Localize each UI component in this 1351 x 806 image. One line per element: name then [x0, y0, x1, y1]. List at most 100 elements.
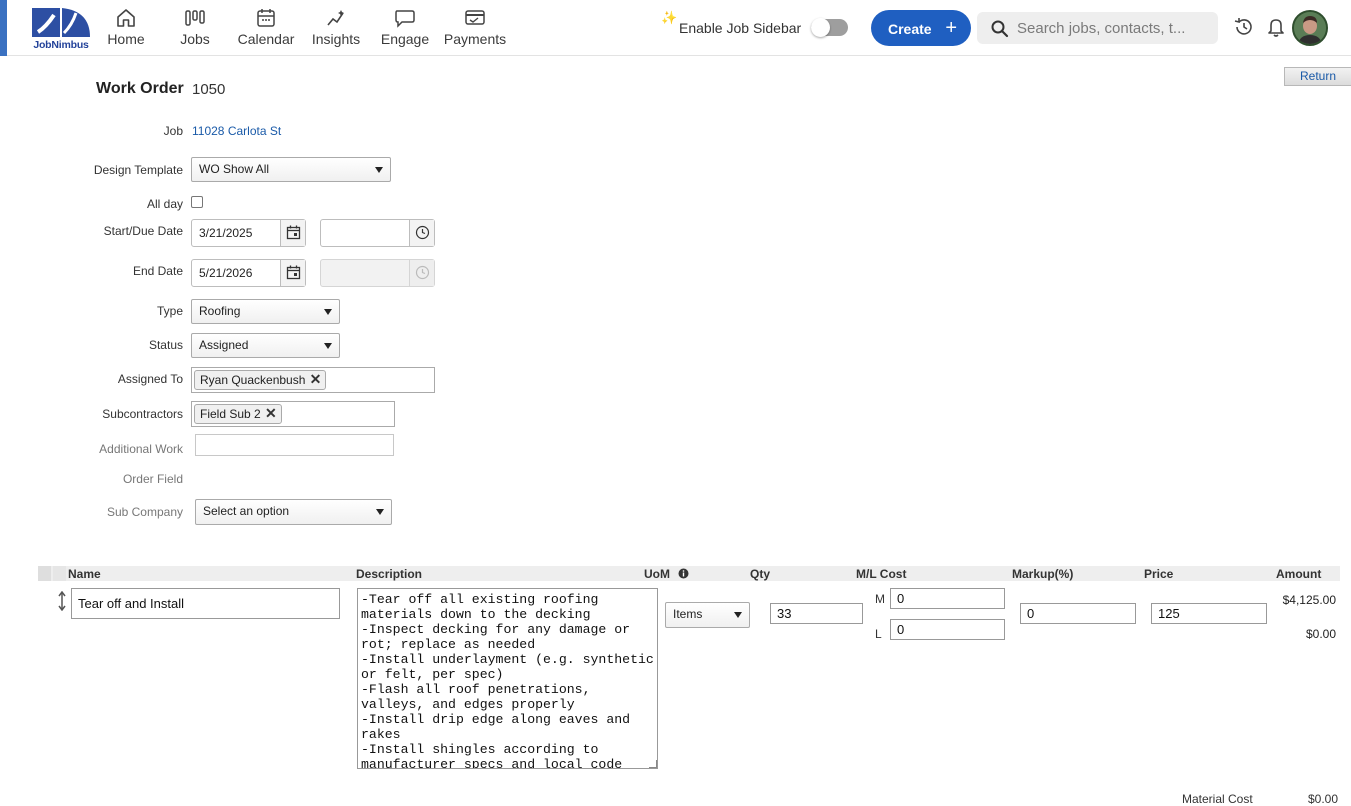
info-icon[interactable]: [678, 568, 689, 579]
subcontractors-field[interactable]: Field Sub 2 ✕: [191, 401, 395, 427]
type-select[interactable]: Roofing: [191, 299, 340, 324]
status-value: Assigned: [199, 338, 249, 352]
header-stub: [53, 566, 66, 581]
resize-grip-icon[interactable]: [649, 760, 657, 768]
drag-handle-icon[interactable]: [57, 591, 67, 611]
search-input[interactable]: [1017, 12, 1207, 44]
nav-jobs[interactable]: Jobs: [175, 6, 215, 52]
user-avatar[interactable]: [1292, 10, 1328, 46]
chevron-down-icon: [375, 167, 383, 173]
start-due-date-label: Start/Due Date: [103, 224, 183, 238]
labor-cost-label: L: [875, 627, 882, 641]
status-select[interactable]: Assigned: [191, 333, 340, 358]
job-sidebar-toggle[interactable]: [811, 18, 848, 37]
end-date-input[interactable]: [192, 260, 280, 286]
global-search[interactable]: [977, 12, 1218, 44]
type-label: Type: [156, 304, 183, 318]
nav-calendar[interactable]: Calendar: [236, 6, 296, 52]
nav-engage[interactable]: Engage: [380, 6, 430, 52]
clock-icon: [415, 225, 430, 240]
chevron-down-icon: [324, 309, 332, 315]
nav-insights-label: Insights: [311, 31, 361, 47]
history-icon[interactable]: [1233, 16, 1255, 38]
design-template-select[interactable]: WO Show All: [191, 157, 391, 182]
material-cost-label: M: [875, 592, 885, 606]
line-item-price-input[interactable]: [1151, 603, 1267, 624]
all-day-label: All day: [146, 197, 183, 211]
chevron-down-icon: [376, 509, 384, 515]
search-icon: [991, 20, 1009, 38]
start-time-input[interactable]: [321, 220, 409, 246]
notification-bell-icon[interactable]: [1266, 16, 1286, 38]
end-time-picker-button: [409, 260, 434, 286]
assigned-to-field[interactable]: Ryan Quackenbush ✕: [191, 367, 435, 393]
line-item-uom-select[interactable]: Items: [665, 602, 750, 628]
header-stub: [38, 566, 51, 581]
col-amount-header: Amount: [1276, 567, 1322, 581]
line-item-amount-labor: $0.00: [1305, 627, 1336, 641]
return-button[interactable]: Return: [1284, 67, 1351, 86]
material-cost-total-value: $0.00: [1307, 792, 1338, 806]
nav-jobs-label: Jobs: [180, 31, 210, 47]
line-item-description-input[interactable]: -Tear off all existing roofing materials…: [357, 588, 658, 769]
subcontractor-tag: Field Sub 2 ✕: [194, 404, 282, 424]
end-time-input: [321, 260, 409, 286]
nav-payments[interactable]: Payments: [442, 6, 508, 52]
chevron-down-icon: [324, 343, 332, 349]
status-label: Status: [148, 338, 183, 352]
line-item-material-cost-input[interactable]: [890, 588, 1005, 609]
create-button[interactable]: Create +: [871, 10, 971, 46]
remove-tag-icon[interactable]: ✕: [265, 404, 277, 422]
col-name-header: Name: [68, 567, 101, 581]
end-date-label: End Date: [132, 264, 183, 278]
col-description-header: Description: [356, 567, 423, 581]
job-label: Job: [163, 124, 183, 138]
insights-icon: [327, 10, 344, 26]
start-time-picker-button[interactable]: [409, 220, 434, 246]
calendar-icon: [257, 9, 275, 27]
remove-tag-icon[interactable]: ✕: [310, 370, 322, 388]
line-item-labor-cost-input[interactable]: [890, 619, 1005, 640]
brand-name: JobNimbus: [33, 39, 89, 51]
calendar-icon: [286, 225, 301, 240]
nav-home[interactable]: Home: [104, 6, 148, 52]
additional-work-input[interactable]: [195, 434, 394, 456]
col-markup-header: Markup(%): [1012, 567, 1074, 581]
line-item-uom-value: Items: [673, 607, 703, 621]
payments-icon: [465, 10, 485, 25]
end-date-field[interactable]: [191, 259, 306, 287]
col-ml-cost-header: M/L Cost: [856, 567, 907, 581]
engage-icon: [395, 10, 415, 28]
design-template-label: Design Template: [93, 163, 183, 177]
additional-work-label: Additional Work: [99, 442, 183, 456]
line-item-name-input[interactable]: [71, 588, 340, 619]
start-date-field[interactable]: [191, 219, 306, 247]
col-uom-header: UoM: [644, 567, 670, 581]
type-value: Roofing: [199, 304, 241, 318]
line-item-markup-input[interactable]: [1020, 603, 1136, 624]
sub-company-label: Sub Company: [106, 505, 183, 519]
nav-home-label: Home: [107, 31, 145, 47]
end-time-field: [320, 259, 435, 287]
subcontractors-label: Subcontractors: [102, 407, 183, 421]
top-nav-bar: JobNimbus Home Jobs Calendar Insights En…: [0, 0, 1351, 56]
material-cost-total-label: Material Cost: [1182, 792, 1253, 806]
sub-company-select[interactable]: Select an option: [195, 499, 392, 525]
nav-insights[interactable]: Insights: [309, 6, 363, 52]
assigned-to-tag-label: Ryan Quackenbush: [200, 373, 306, 387]
jobs-icon: [185, 10, 205, 26]
toggle-knob: [811, 18, 830, 37]
start-date-picker-button[interactable]: [280, 220, 305, 246]
col-qty-header: Qty: [750, 567, 771, 581]
nav-payments-label: Payments: [443, 31, 507, 47]
all-day-checkbox[interactable]: [191, 196, 203, 208]
jobnimbus-logo[interactable]: JobNimbus: [30, 7, 92, 51]
start-time-field[interactable]: [320, 219, 435, 247]
accent-bar: [0, 0, 7, 56]
end-date-picker-button[interactable]: [280, 260, 305, 286]
home-icon: [117, 9, 135, 27]
design-template-value: WO Show All: [199, 162, 270, 176]
job-link[interactable]: 11028 Carlota St: [192, 124, 281, 138]
line-item-qty-input[interactable]: [770, 603, 863, 624]
start-date-input[interactable]: [192, 220, 280, 246]
